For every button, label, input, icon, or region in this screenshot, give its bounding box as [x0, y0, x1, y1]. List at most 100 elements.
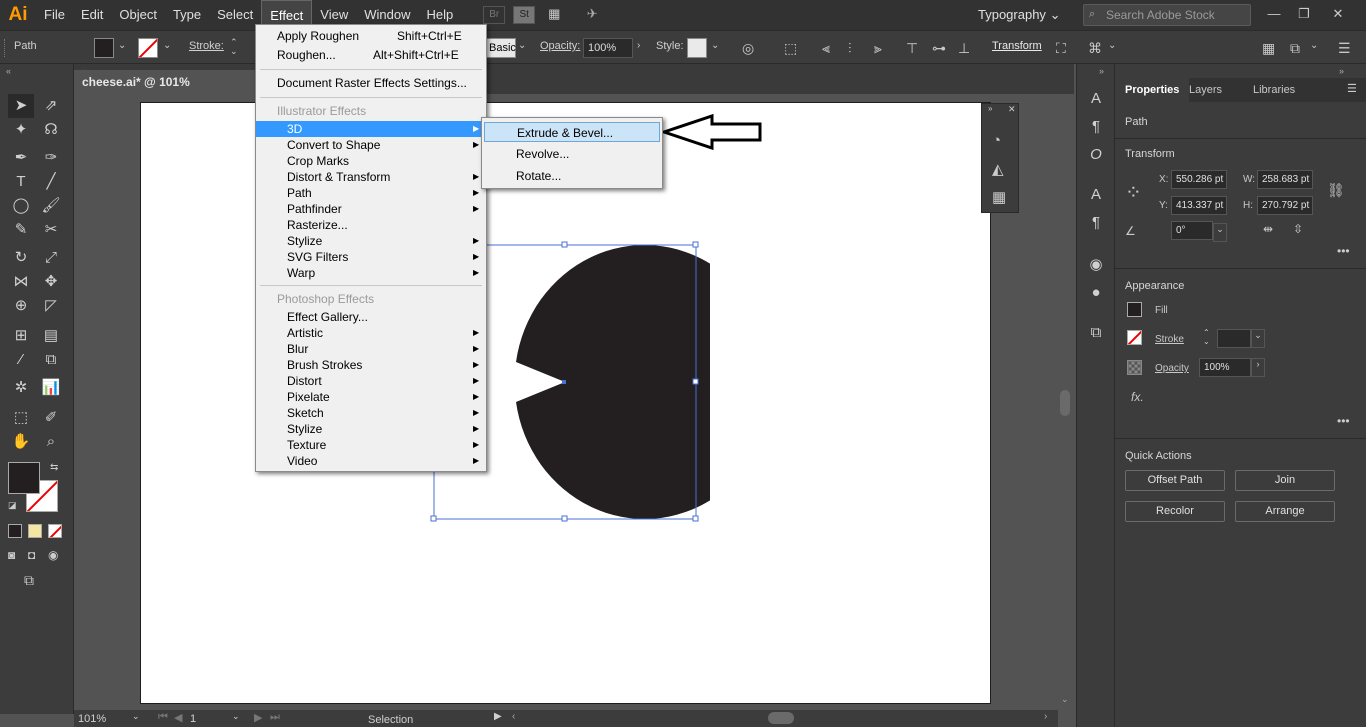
chevron-down-icon[interactable]: ⌄ — [118, 40, 126, 51]
puppet-warp-tool-icon[interactable]: ✥ — [38, 270, 64, 294]
minimize-icon[interactable]: — — [1260, 4, 1288, 24]
puppet-warp-icon[interactable]: ⌘ — [1088, 40, 1102, 57]
artboards-panel-icon[interactable]: ⧉ — [1085, 322, 1107, 344]
graphic-styles-icon[interactable]: ● — [1085, 282, 1107, 304]
chevron-right-icon[interactable]: › — [1251, 358, 1265, 377]
paragraph-styles-icon[interactable]: ¶ — [1085, 212, 1107, 234]
graph-tool-icon[interactable]: 📊 — [38, 376, 64, 400]
scroll-thumb[interactable] — [1060, 390, 1070, 416]
workspace-grid-icon[interactable]: ▦ ⌄ — [543, 6, 565, 37]
y-field[interactable]: 413.337 pt — [1171, 196, 1227, 215]
selection-tool-icon[interactable]: ➤ — [8, 94, 34, 118]
align-center-icon[interactable]: ⫶ — [848, 40, 852, 57]
stroke-swatch[interactable] — [1127, 330, 1142, 345]
gradient-tool-icon[interactable]: ▤ — [38, 324, 64, 348]
screen-mode-icon[interactable]: ⧉ — [24, 572, 34, 589]
collapse-icon[interactable]: « — [6, 66, 11, 76]
menu-item-video[interactable]: Video ▶ — [256, 453, 486, 469]
draw-behind-icon[interactable]: ◘ — [28, 548, 35, 562]
menu-item-blur[interactable]: Blur ▶ — [256, 341, 486, 357]
default-colors-icon[interactable]: ◪ — [8, 500, 17, 511]
close-icon[interactable]: ✕ — [1008, 104, 1016, 115]
menu-item-apply-roughen[interactable]: Apply Roughen Shift+Ctrl+E — [256, 28, 486, 44]
menu-item-texture[interactable]: Texture ▶ — [256, 437, 486, 453]
width-tool-icon[interactable]: ⋈ — [8, 270, 34, 294]
menu-item-stylize[interactable]: Stylize ▶ — [256, 233, 486, 249]
zoom-field[interactable]: 101% — [78, 712, 130, 726]
chevron-down-icon[interactable]: ⌄ — [232, 711, 240, 722]
reference-point-icon[interactable]: ⁘ — [1125, 180, 1142, 205]
menu-item-pathfinder[interactable]: Pathfinder ▶ — [256, 201, 486, 217]
chevron-down-icon[interactable]: ⌄ — [1213, 223, 1227, 242]
stock-search-input[interactable]: Search Adobe Stock — [1083, 4, 1251, 26]
fill-color-box[interactable] — [8, 462, 40, 494]
more-options-icon[interactable]: ••• — [1337, 414, 1350, 428]
arrange-documents-icon[interactable]: ▦ — [1262, 40, 1275, 57]
document-tab[interactable]: cheese.ai* @ 101% (RGB/Preview — [74, 70, 264, 113]
menu-item-svg-filters[interactable]: SVG Filters ▶ — [256, 249, 486, 265]
offset-path-button[interactable]: Offset Path — [1125, 470, 1225, 491]
next-artboard-icon[interactable]: ▶ — [254, 711, 262, 724]
style-swatch[interactable] — [687, 38, 707, 58]
swap-colors-icon[interactable]: ⇆ — [50, 462, 58, 473]
stock-icon[interactable]: St — [513, 6, 536, 24]
appearance-panel-icon[interactable]: ◉ — [1085, 254, 1107, 276]
chevron-down-icon[interactable]: ⌄ — [1061, 694, 1069, 705]
artboard-tool-icon[interactable]: ⬚ — [8, 406, 34, 430]
first-artboard-icon[interactable]: ⏮ — [158, 711, 168, 724]
menu-item-rotate[interactable]: Rotate... — [484, 166, 660, 186]
chevron-down-icon[interactable]: ⌄ — [518, 40, 526, 51]
color-mode-icon[interactable] — [8, 524, 22, 538]
stepper-icon[interactable]: ⌃ ⌄ — [230, 38, 238, 56]
panel-toggle-icon[interactable]: ⧉ — [1290, 40, 1300, 57]
align-bottom-icon[interactable]: ⊥ — [958, 40, 970, 57]
blend-tool-icon[interactable]: ⧉ — [38, 348, 64, 372]
transform-button[interactable]: Transform — [992, 40, 1042, 52]
restore-icon[interactable]: ❐ — [1290, 4, 1318, 24]
fx-button[interactable]: fx. — [1131, 390, 1144, 404]
chevron-down-icon[interactable]: ⌄ — [1251, 329, 1265, 348]
menu-item-3d[interactable]: 3D ▶ — [256, 121, 486, 137]
menu-item-revolve[interactable]: Revolve... — [484, 144, 660, 164]
hand-tool-icon[interactable]: ✋ — [8, 430, 34, 454]
menu-item-stylize-ps[interactable]: Stylize ▶ — [256, 421, 486, 437]
align-left-icon[interactable]: ⫷ — [822, 40, 830, 57]
stepper-icon[interactable]: ⌃ ⌄ — [1203, 328, 1217, 348]
gradient-mode-icon[interactable] — [28, 524, 42, 538]
flip-vertical-icon[interactable]: ⇳ — [1293, 222, 1303, 236]
menu-item-sketch[interactable]: Sketch ▶ — [256, 405, 486, 421]
collapse-icon[interactable]: » — [1099, 66, 1104, 76]
symbol-sprayer-tool-icon[interactable]: ✲ — [8, 376, 34, 400]
menu-edit[interactable]: Edit — [73, 0, 111, 30]
align-to-icon[interactable]: ⬚ — [784, 40, 797, 57]
tab-layers[interactable]: Layers — [1179, 78, 1232, 102]
join-button[interactable]: Join — [1235, 470, 1335, 491]
menu-item-raster-effects-settings[interactable]: Document Raster Effects Settings... — [256, 75, 486, 91]
transparency-panel-icon[interactable]: ▦ — [992, 188, 1006, 206]
stroke-weight-field[interactable] — [1217, 329, 1251, 348]
status-menu-icon[interactable]: ▶ — [494, 711, 502, 722]
character-styles-icon[interactable]: A — [1085, 184, 1107, 206]
menu-item-roughen[interactable]: Roughen... Alt+Shift+Ctrl+E — [256, 47, 486, 63]
menu-item-rasterize[interactable]: Rasterize... — [256, 217, 486, 233]
opentype-panel-icon[interactable]: O — [1085, 144, 1107, 166]
horizontal-scroll-thumb[interactable] — [768, 712, 794, 724]
lasso-tool-icon[interactable]: ☊ — [38, 118, 64, 142]
chevron-right-icon[interactable]: › — [637, 40, 640, 51]
page-field[interactable]: 1 — [188, 712, 228, 726]
color-guide-icon[interactable]: ◔ — [992, 132, 1001, 149]
menu-item-distort[interactable]: Distort ▶ — [256, 373, 486, 389]
panel-menu-icon[interactable]: ☰ — [1347, 82, 1357, 95]
align-middle-icon[interactable]: ⊶ — [932, 40, 946, 57]
slice-tool-icon[interactable]: ✐ — [38, 406, 64, 430]
w-field[interactable]: 258.683 pt — [1257, 170, 1313, 189]
menu-item-warp[interactable]: Warp ▶ — [256, 265, 486, 281]
menu-item-effect-gallery[interactable]: Effect Gallery... — [256, 309, 486, 325]
opacity-field[interactable]: 100% — [1199, 358, 1251, 377]
fill-swatch[interactable] — [94, 38, 114, 58]
align-right-icon[interactable]: ⫸ — [874, 40, 882, 57]
shape-builder-tool-icon[interactable]: ⊕ — [8, 294, 34, 318]
vertical-scrollbar[interactable]: ⌄ — [1058, 94, 1074, 710]
gradient-panel-icon[interactable]: ◭ — [992, 160, 1004, 178]
paintbrush-tool-icon[interactable]: 🖌 — [38, 194, 64, 218]
